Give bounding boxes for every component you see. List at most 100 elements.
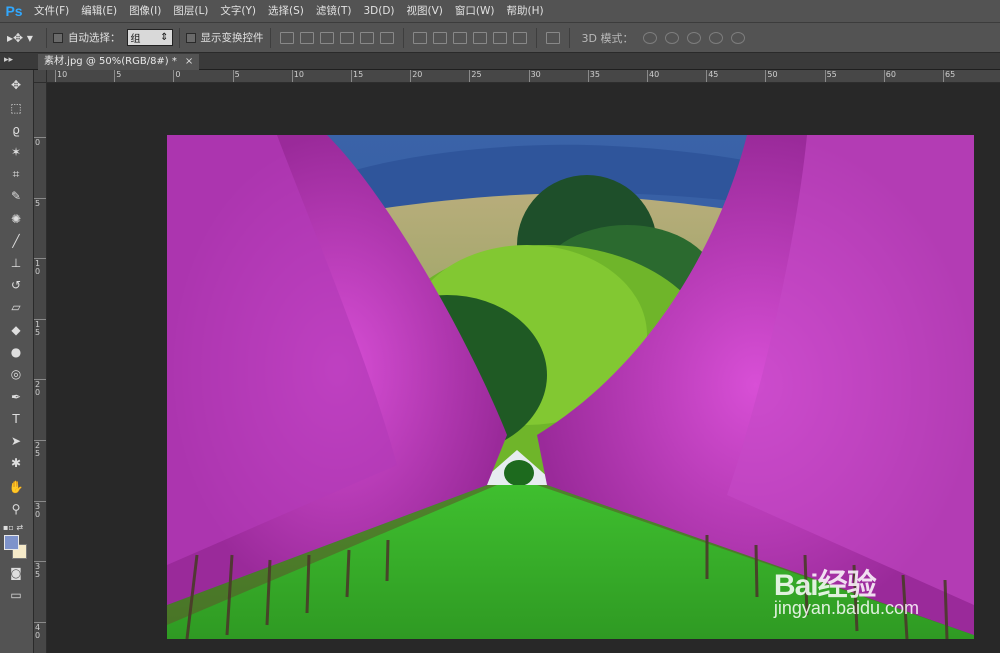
align-right-icon[interactable]: [379, 31, 394, 44]
magic-wand-icon[interactable]: ✶: [5, 143, 27, 161]
menu-image[interactable]: 图像(I): [123, 0, 167, 23]
align-vcenter-icon[interactable]: [299, 31, 314, 44]
menu-select[interactable]: 选择(S): [262, 0, 310, 23]
3d-drag-icon[interactable]: [687, 31, 702, 44]
quick-mask-icon[interactable]: ◙: [5, 564, 27, 582]
options-bar: ▸✥ ▾ 自动选择： 组 ⇕ 显示变换控件 3D 模式：: [0, 23, 1000, 53]
brush-tool-icon[interactable]: ╱: [5, 232, 27, 250]
ruler-label: 0: [175, 70, 181, 79]
ruler-label: 40: [649, 70, 660, 79]
ruler-label: 5: [116, 70, 122, 79]
menu-help[interactable]: 帮助(H): [501, 0, 550, 23]
document-tab[interactable]: 素材.jpg @ 50%(RGB/8#) * ×: [38, 54, 200, 70]
align-top-icon[interactable]: [279, 31, 294, 44]
ruler-tick: [114, 70, 116, 82]
ruler-tick: [883, 70, 885, 82]
hand-tool-icon[interactable]: ✋: [5, 478, 27, 496]
separator: [402, 27, 404, 48]
3d-rotate-icon[interactable]: [643, 31, 658, 44]
auto-align-layers-icon[interactable]: [545, 31, 560, 44]
clone-stamp-icon[interactable]: ⊥: [5, 254, 27, 272]
marquee-tool-icon[interactable]: ⬚: [5, 99, 27, 117]
baidu-watermark: Bai经验 jingyan.baidu.com: [774, 560, 919, 619]
distribute-left-icon[interactable]: [472, 31, 487, 44]
distribute-right-icon[interactable]: [512, 31, 527, 44]
menu-3d[interactable]: 3D(D): [357, 0, 400, 23]
separator: [535, 27, 537, 48]
panel-collapse-icon[interactable]: ▸▸: [4, 55, 13, 65]
menu-filter[interactable]: 滤镜(T): [310, 0, 358, 23]
align-hcenter-icon[interactable]: [359, 31, 374, 44]
foreground-color-swatch[interactable]: [4, 535, 19, 550]
dropdown-arrows-icon: ⇕: [160, 32, 169, 43]
default-colors-icon[interactable]: ▪▫ ⇄: [2, 518, 24, 536]
pen-tool-icon[interactable]: ✒: [5, 388, 27, 406]
ruler-label: 3 5: [35, 562, 41, 580]
document-image[interactable]: Bai经验 jingyan.baidu.com: [167, 135, 974, 639]
healing-brush-icon[interactable]: ✺: [5, 210, 27, 228]
history-brush-icon[interactable]: ↺: [5, 276, 27, 294]
ruler-label: 4 0: [35, 622, 41, 640]
auto-select-checkbox[interactable]: [53, 32, 63, 43]
3d-roll-icon[interactable]: [665, 31, 680, 44]
blur-tool-icon[interactable]: ●: [5, 343, 27, 361]
ruler-label: 65: [945, 70, 956, 79]
lasso-tool-icon[interactable]: ϱ: [5, 121, 27, 139]
screen-mode-icon[interactable]: ▭: [5, 586, 27, 604]
shape-tool-icon[interactable]: ✱: [5, 454, 27, 472]
ruler-label: 10: [293, 70, 304, 79]
distribute-vcenter-icon[interactable]: [432, 31, 447, 44]
ruler-tick: [824, 70, 826, 82]
auto-select-dropdown[interactable]: 组 ⇕: [126, 29, 173, 46]
show-transform-checkbox[interactable]: [185, 32, 196, 43]
ruler-label: 35: [589, 70, 600, 79]
crop-tool-icon[interactable]: ⌗: [5, 165, 27, 183]
ruler-label: 25: [471, 70, 482, 79]
path-select-icon[interactable]: ➤: [5, 432, 27, 450]
eyedropper-icon[interactable]: ✎: [5, 187, 27, 205]
menu-layer[interactable]: 图层(L): [167, 0, 214, 23]
3d-slide-icon[interactable]: [709, 31, 724, 44]
watermark-url: jingyan.baidu.com: [773, 598, 919, 618]
ruler-label: 5: [234, 70, 240, 79]
eraser-icon[interactable]: ▱: [5, 298, 27, 316]
distribute-bottom-icon[interactable]: [452, 31, 467, 44]
ruler-label: 3 0: [35, 501, 41, 519]
align-bottom-icon[interactable]: [319, 31, 334, 44]
ruler-tick: [55, 70, 56, 82]
move-tool-icon[interactable]: ✥: [5, 76, 27, 94]
menu-window[interactable]: 窗口(W): [449, 0, 501, 23]
type-tool-icon[interactable]: T: [5, 410, 27, 428]
ruler-label: 45: [708, 70, 719, 79]
toolbox: ✥ ⬚ ϱ ✶ ⌗ ✎ ✺ ╱ ⊥ ↺ ▱ ◆ ● ◎ ✒ T ➤ ✱ ✋ ⚲ …: [0, 70, 34, 653]
align-buttons: [277, 31, 397, 44]
move-tool-preset-icon[interactable]: ▸✥ ▾: [0, 31, 40, 45]
distribute-hcenter-icon[interactable]: [492, 31, 507, 44]
3d-mode-label: 3D 模式：: [581, 31, 634, 45]
auto-select-label: 自动选择：: [68, 32, 121, 44]
document-title: 素材.jpg @ 50%(RGB/8#) *: [44, 56, 177, 67]
zoom-tool-icon[interactable]: ⚲: [5, 500, 27, 518]
ruler-label: 1 0: [35, 259, 41, 277]
ruler-tick: [647, 70, 648, 82]
document-tab-bar: ▸▸ 素材.jpg @ 50%(RGB/8#) * ×: [0, 53, 1000, 70]
distribute-top-icon[interactable]: [412, 31, 427, 44]
ruler-label: 0: [35, 138, 41, 147]
ruler-tick: [528, 70, 530, 82]
ruler-tick: [232, 70, 234, 82]
ruler-tick: [291, 70, 293, 82]
menu-view[interactable]: 视图(V): [401, 0, 449, 23]
dodge-tool-icon[interactable]: ◎: [5, 365, 27, 383]
photoshop-logo: Ps: [5, 3, 23, 19]
ruler-label: 10: [57, 70, 68, 79]
3d-scale-icon[interactable]: [731, 31, 746, 44]
menu-edit[interactable]: 编辑(E): [75, 0, 123, 23]
paint-bucket-icon[interactable]: ◆: [5, 321, 27, 339]
close-icon[interactable]: ×: [185, 54, 193, 70]
distribute-buttons: [410, 31, 530, 44]
menu-file[interactable]: 文件(F): [28, 0, 75, 23]
ruler-label: 50: [767, 70, 778, 79]
ruler-label: 2 0: [35, 380, 41, 398]
menu-type[interactable]: 文字(Y): [214, 0, 262, 23]
align-left-icon[interactable]: [339, 31, 354, 44]
